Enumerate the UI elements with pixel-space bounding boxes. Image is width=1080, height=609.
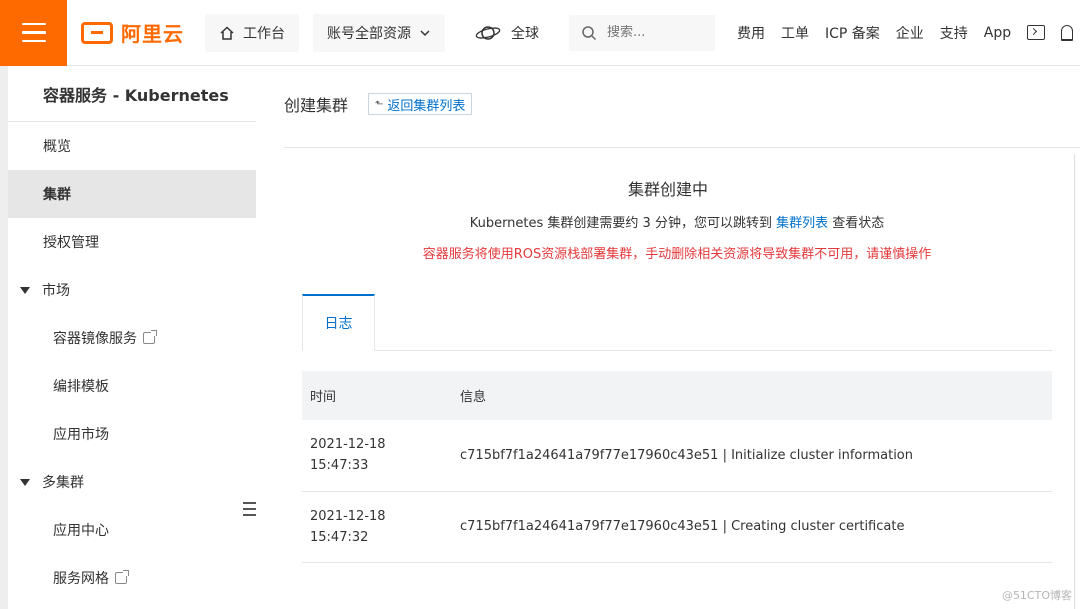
workbench-label: 工作台	[243, 25, 285, 42]
region-label: 全球	[511, 25, 539, 42]
tab-logs[interactable]: 日志	[302, 294, 375, 351]
home-icon	[220, 25, 234, 40]
collapse-line	[243, 502, 257, 504]
sidebar-title: 容器服务 - Kubernetes	[8, 66, 256, 122]
page-title: 创建集群	[284, 96, 349, 115]
tab-bar: 日志	[302, 294, 1052, 351]
account-scope-label: 账号全部资源	[327, 25, 411, 42]
warning-message: 容器服务将使用ROS资源栈部署集群，手动删除相关资源将导致集群不可用，请谨慎操作	[422, 247, 932, 262]
cell-message: c715bf7f1a24641a79f77e17960c43e51 | Crea…	[452, 491, 1052, 563]
sidebar-item-label: 编排模板	[53, 379, 109, 395]
sidebar-item-authorization[interactable]: 授权管理	[8, 218, 256, 266]
table-header-row: 时间 信息	[302, 371, 1052, 420]
cell-time: 2021-12-18 15:47:32	[302, 491, 452, 563]
log-date: 2021-12-18	[310, 508, 386, 524]
menu-line-icon	[21, 39, 46, 43]
link-enterprise[interactable]: 企业	[896, 23, 924, 43]
watermark: @51CTO博客	[1001, 589, 1072, 602]
cluster-list-link[interactable]: 集群列表	[776, 216, 828, 231]
link-app[interactable]: App	[984, 25, 1011, 41]
link-billing[interactable]: 费用	[737, 23, 765, 43]
sidebar-group-label: 多集群	[42, 475, 84, 491]
cell-time: 2021-12-18 15:47:33	[302, 420, 452, 492]
search-box[interactable]	[569, 14, 715, 51]
sidebar-item-label: 应用中心	[53, 523, 109, 539]
back-to-cluster-list-button[interactable]: ⬑ 返回集群列表	[368, 93, 473, 115]
hamburger-menu-button[interactable]	[0, 0, 67, 66]
workbench-button[interactable]: 工作台	[205, 13, 299, 52]
sidebar-group-multicluster[interactable]: 多集群	[8, 458, 256, 506]
menu-line-icon	[21, 22, 46, 26]
sidebar-item-label: 服务网格	[53, 571, 109, 587]
page-header: 创建集群 ⬑ 返回集群列表	[284, 92, 473, 116]
external-link-icon	[143, 330, 157, 344]
aliyun-logo[interactable]: 阿里云	[81, 18, 191, 47]
logo-text: 阿里云	[121, 22, 184, 46]
account-scope-dropdown[interactable]: 账号全部资源	[313, 13, 445, 52]
collapse-line	[243, 508, 257, 510]
sidebar-item-templates[interactable]: 编排模板	[8, 362, 256, 410]
column-header-message: 信息	[452, 371, 1052, 420]
column-header-time: 时间	[302, 371, 452, 420]
region-selector[interactable]: 全球	[475, 23, 539, 43]
sidebar: 容器服务 - Kubernetes 概览 集群 授权管理 市场 容器镜像服务 编…	[8, 66, 256, 609]
terminal-icon[interactable]	[1027, 25, 1046, 40]
log-table: 时间 信息 2021-12-18 15:47:33 c715bf7f1a2464…	[302, 371, 1052, 563]
cell-message: c715bf7f1a24641a79f77e17960c43e51 | Init…	[452, 420, 1052, 492]
status-title: 集群创建中	[627, 180, 708, 199]
status-desc-text: Kubernetes 集群创建需要约 3 分钟，您可以跳转到	[469, 216, 772, 231]
status-description: Kubernetes 集群创建需要约 3 分钟，您可以跳转到 集群列表 查看状态	[256, 212, 1080, 231]
divider	[284, 147, 1080, 148]
link-icp[interactable]: ICP 备案	[825, 23, 880, 43]
background-strip	[0, 66, 8, 609]
planet-icon	[475, 25, 501, 40]
back-arrow-icon: ⬑	[375, 98, 384, 110]
sidebar-item-label: 应用市场	[53, 427, 109, 443]
sidebar-group-market[interactable]: 市场	[8, 266, 256, 314]
search-icon	[582, 25, 597, 40]
sidebar-item-clusters[interactable]: 集群	[8, 170, 256, 218]
external-link-icon	[115, 570, 129, 584]
log-time: 15:47:32	[310, 529, 369, 545]
sidebar-item-registry[interactable]: 容器镜像服务	[8, 314, 256, 362]
sidebar-item-overview[interactable]: 概览	[8, 122, 256, 170]
caret-down-icon	[20, 286, 30, 294]
status-desc-text: 查看状态	[832, 216, 885, 231]
chevron-down-icon	[420, 29, 430, 36]
link-support[interactable]: 支持	[940, 23, 968, 43]
search-input[interactable]	[607, 25, 697, 40]
sidebar-item-service-mesh[interactable]: 服务网格	[8, 554, 256, 602]
sidebar-item-app-center[interactable]: 应用中心	[8, 506, 256, 554]
top-links: 费用 工单 ICP 备案 企业 支持 App	[737, 23, 1074, 43]
table-row: 2021-12-18 15:47:33 c715bf7f1a24641a79f7…	[302, 420, 1052, 492]
table-row: 2021-12-18 15:47:32 c715bf7f1a24641a79f7…	[302, 491, 1052, 563]
link-ticket[interactable]: 工单	[781, 23, 809, 43]
top-navigation-bar: 阿里云 工作台 账号全部资源 全球 费用 工单 ICP 备案 企业 支持 App	[0, 0, 1080, 66]
log-date: 2021-12-18	[310, 437, 386, 453]
menu-line-icon	[21, 31, 46, 34]
sidebar-item-app-market[interactable]: 应用市场	[8, 410, 256, 458]
caret-down-icon	[20, 478, 30, 486]
collapse-sidebar-icon[interactable]	[243, 502, 257, 516]
log-time: 15:47:33	[310, 458, 369, 474]
aliyun-logo-icon	[81, 21, 113, 44]
back-button-label: 返回集群列表	[387, 98, 466, 114]
collapse-line	[243, 514, 257, 516]
main-content: 创建集群 ⬑ 返回集群列表 集群创建中 Kubernetes 集群创建需要约 3…	[256, 66, 1080, 609]
sidebar-group-label: 市场	[42, 283, 70, 299]
bell-icon[interactable]	[1061, 24, 1074, 41]
sidebar-item-label: 容器镜像服务	[53, 331, 137, 347]
